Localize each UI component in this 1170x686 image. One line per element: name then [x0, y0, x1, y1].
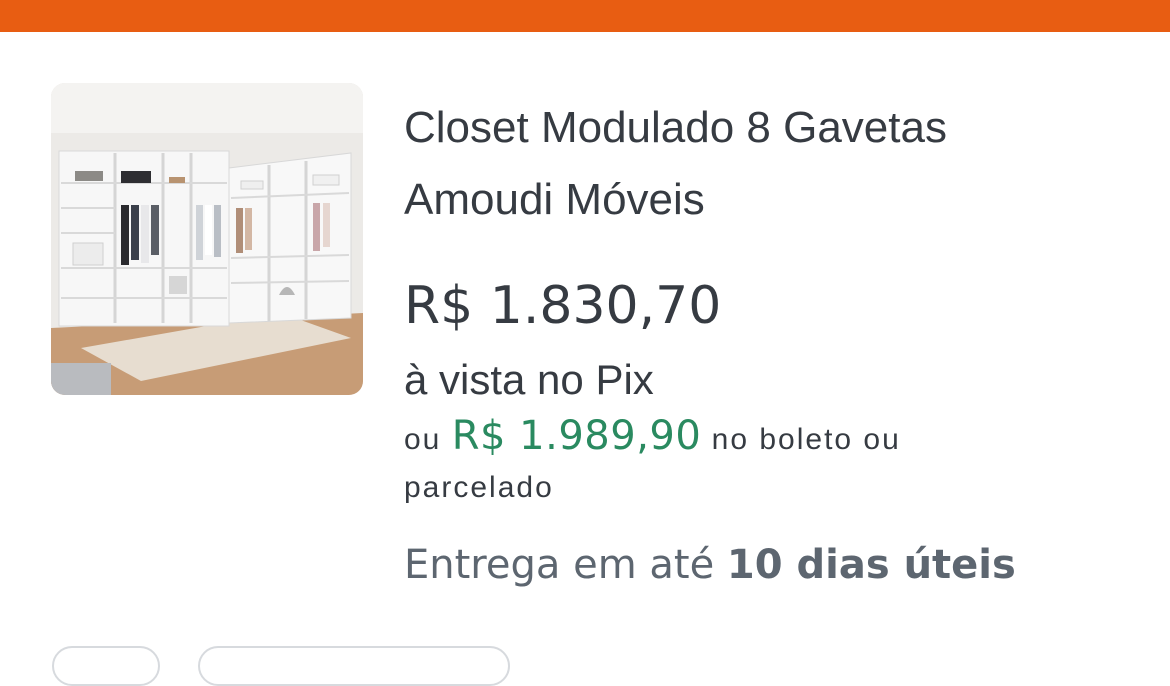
alt-price-suffix-line2: parcelado	[404, 471, 554, 504]
alternative-price: ou R$ 1.989,90 no boleto ou parcelado	[404, 412, 1144, 512]
closet-photo-illustration	[51, 83, 363, 395]
product-title-line1[interactable]: Closet Modulado 8 Gavetas	[404, 103, 947, 152]
alt-price-prefix: ou	[404, 423, 442, 456]
top-app-bar	[0, 0, 1170, 32]
product-title-line2[interactable]: Amoudi Móveis	[404, 175, 705, 224]
action-chip-2[interactable]	[198, 646, 510, 686]
product-image[interactable]	[51, 83, 363, 395]
delivery-estimate: Entrega em até 10 dias úteis	[404, 540, 1144, 590]
action-chip-1[interactable]	[52, 646, 160, 686]
alt-price-value: R$ 1.989,90	[451, 413, 702, 459]
product-price: R$ 1.830,70	[404, 276, 722, 336]
product-title[interactable]: Closet Modulado 8 Gavetas Amoudi Móveis	[404, 92, 1144, 236]
delivery-days: 10 dias úteis	[726, 542, 1016, 588]
product-info: Closet Modulado 8 Gavetas Amoudi Móveis …	[404, 92, 1144, 590]
price-note: à vista no Pix	[404, 356, 654, 403]
alt-price-suffix-line1: no boleto ou	[711, 423, 901, 456]
delivery-prefix: Entrega em até	[404, 542, 715, 588]
